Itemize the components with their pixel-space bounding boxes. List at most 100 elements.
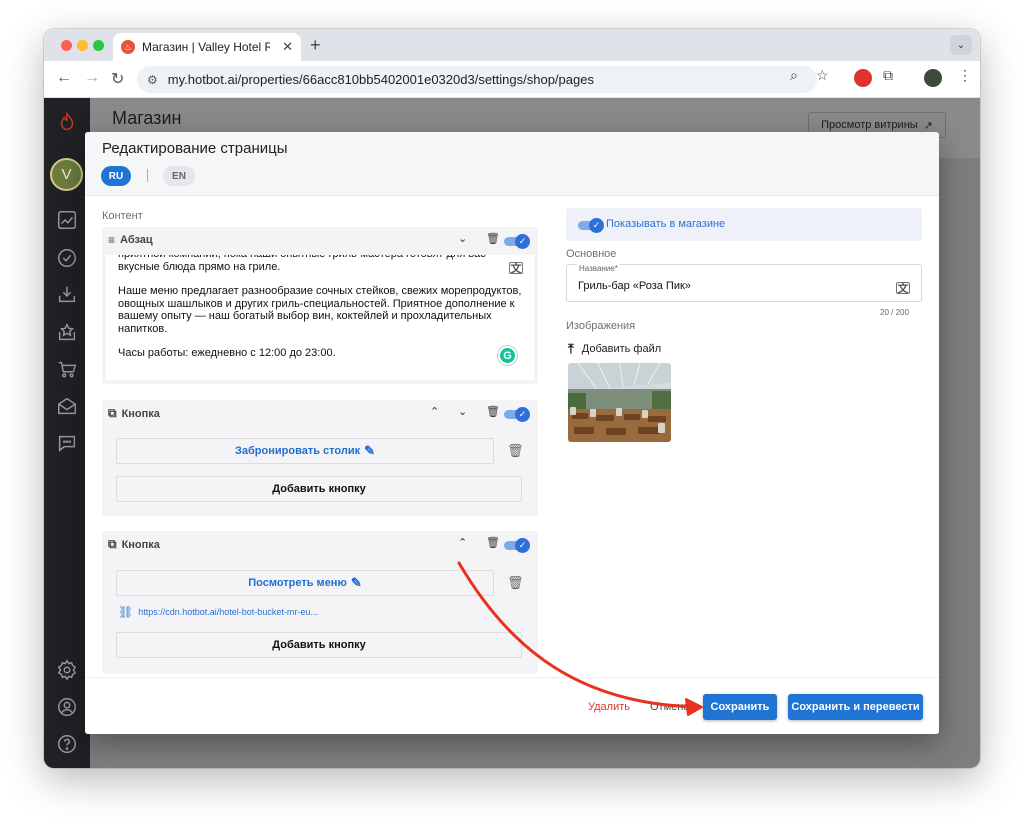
tab-search-chevron-icon[interactable]: ⌄ xyxy=(950,35,972,55)
pencil-icon[interactable]: ✎ xyxy=(351,575,362,591)
tab-bar: ♨ Магазин | Valley Hotel Rosa K ✕ + ⌄ xyxy=(44,29,980,61)
add-file-label: Добавить файл xyxy=(581,343,662,355)
translate-icon[interactable]: 文 xyxy=(509,262,523,275)
hotbot-logo-icon[interactable] xyxy=(55,110,79,134)
paragraph-editor[interactable]: приятной компании, пока наши опытные гри… xyxy=(106,255,534,380)
inbox-download-icon[interactable] xyxy=(55,283,79,307)
mail-upload-icon[interactable] xyxy=(55,394,79,418)
close-tab-icon[interactable]: ✕ xyxy=(282,39,293,55)
upload-icon: ⤒ xyxy=(568,341,574,356)
profile-avatar[interactable] xyxy=(924,69,942,87)
extensions-puzzle-icon[interactable]: ⧉ xyxy=(883,67,893,84)
view-menu-label: Посмотреть меню xyxy=(248,577,347,589)
chevron-down-icon[interactable]: ⌄ xyxy=(458,232,467,245)
modal-footer: Удалить Отмена Сохранить Сохранить и пер… xyxy=(85,677,939,734)
delete-button-icon[interactable]: 🗑 xyxy=(507,443,524,459)
new-tab-icon[interactable]: + xyxy=(310,35,321,56)
delete-block-icon[interactable]: 🗑 xyxy=(486,536,500,549)
opera-extension-icon[interactable] xyxy=(854,69,872,87)
site-settings-icon[interactable]: ⚙ xyxy=(147,73,158,87)
cancel-button[interactable]: Отмена xyxy=(650,701,689,713)
chevron-up-icon[interactable]: ⌃ xyxy=(430,405,439,418)
button-block-2-header: ⧉ Кнопка xyxy=(108,537,160,552)
close-window-button[interactable] xyxy=(61,40,72,51)
paragraph-visibility-toggle[interactable]: ✓ xyxy=(504,234,531,249)
account-user-icon[interactable] xyxy=(55,695,79,719)
bookmark-star-icon[interactable]: ☆ xyxy=(816,67,829,84)
minimize-window-button[interactable] xyxy=(77,40,88,51)
edit-square-icon: ⧉ xyxy=(108,537,117,551)
tasks-check-icon[interactable] xyxy=(55,246,79,270)
shop-cart-icon[interactable] xyxy=(55,357,79,381)
lang-tab-ru[interactable]: RU xyxy=(101,166,131,186)
add-button-button[interactable]: Добавить кнопку xyxy=(116,476,522,502)
paragraph-text-3: Часы работы: ежедневно с 12:00 до 23:00. xyxy=(118,347,336,359)
delete-block-icon[interactable]: 🗑 xyxy=(486,405,500,418)
button-link-url[interactable]: ⛓ https://cdn.hotbot.ai/hotel-bot-bucket… xyxy=(118,605,318,619)
modal-title: Редактирование страницы xyxy=(102,140,288,157)
translate-icon[interactable]: 文 xyxy=(896,282,910,295)
settings-gear-icon[interactable] xyxy=(55,658,79,682)
back-icon[interactable]: ← xyxy=(56,69,72,87)
lang-tab-en[interactable]: EN xyxy=(163,166,195,186)
analytics-icon[interactable] xyxy=(55,208,79,232)
add-file-button[interactable]: ⤒ Добавить файл xyxy=(568,341,661,357)
show-in-shop-toggle[interactable]: ✓ xyxy=(578,218,605,233)
button-block-2-label: Кнопка xyxy=(121,538,160,551)
book-table-label: Забронировать столик xyxy=(235,445,361,457)
book-table-button[interactable]: Забронировать столик ✎ xyxy=(116,438,494,464)
name-field-value: Гриль-бар «Роза Пик» xyxy=(578,280,691,292)
browser-menu-icon[interactable]: ⋮ xyxy=(958,67,972,84)
chevron-down-icon[interactable]: ⌄ xyxy=(458,405,467,418)
uploaded-image-thumbnail[interactable] xyxy=(568,363,671,442)
maximize-window-button[interactable] xyxy=(93,40,104,51)
check-icon: ✓ xyxy=(515,538,530,553)
button-block-2: ⧉ Кнопка ⌃ 🗑 ✓ Посмотреть меню ✎ 🗑 ⛓ htt… xyxy=(102,531,538,674)
tab-title: Магазин | Valley Hotel Rosa K xyxy=(142,40,270,54)
button-block-1-visibility-toggle[interactable]: ✓ xyxy=(504,407,531,422)
pencil-icon[interactable]: ✎ xyxy=(364,443,375,459)
browser-window: ♨ Магазин | Valley Hotel Rosa K ✕ + ⌄ ← … xyxy=(44,29,980,768)
edit-page-modal: Редактирование страницы RU EN Контент ≡ … xyxy=(85,132,939,734)
preview-storefront-label: Просмотр витрины xyxy=(821,119,918,131)
page-title: Магазин xyxy=(112,108,182,128)
view-menu-button[interactable]: Посмотреть меню ✎ xyxy=(116,570,494,596)
add-button-button[interactable]: Добавить кнопку xyxy=(116,632,522,658)
paragraph-lines-icon: ≡ xyxy=(108,233,116,247)
link-chain-icon: ⛓ xyxy=(118,605,134,619)
button-block-1: ⧉ Кнопка ⌃ ⌄ 🗑 ✓ Забронировать столик ✎ … xyxy=(102,400,538,516)
edit-square-icon: ⧉ xyxy=(108,406,117,420)
forward-icon[interactable]: → xyxy=(84,69,100,87)
name-field[interactable]: Название* Гриль-бар «Роза Пик» 文 xyxy=(566,264,922,302)
show-in-shop-label: Показывать в магазине xyxy=(606,218,726,230)
button-block-1-label: Кнопка xyxy=(121,407,160,420)
save-button[interactable]: Сохранить xyxy=(703,694,777,720)
button-link-url-text: https://cdn.hotbot.ai/hotel-bot-bucket-m… xyxy=(138,607,318,617)
external-arrow-icon: ↗ xyxy=(923,119,933,132)
name-field-label: Название* xyxy=(577,264,620,273)
property-avatar[interactable]: V xyxy=(50,158,83,191)
save-and-translate-button[interactable]: Сохранить и перевести xyxy=(788,694,923,720)
reload-icon[interactable]: ↻ xyxy=(111,69,124,89)
button-block-2-visibility-toggle[interactable]: ✓ xyxy=(504,538,531,553)
paragraph-block-label: Абзац xyxy=(120,234,153,246)
zoom-icon[interactable]: ⌕ xyxy=(790,67,798,84)
help-question-icon[interactable] xyxy=(55,732,79,756)
browser-tab[interactable]: ♨ Магазин | Valley Hotel Rosa K ✕ xyxy=(113,33,301,61)
check-icon: ✓ xyxy=(589,218,604,233)
delete-block-icon[interactable]: 🗑 xyxy=(486,232,500,245)
basic-section-label: Основное xyxy=(566,248,617,260)
delete-button[interactable]: Удалить xyxy=(588,701,630,713)
app-area: V Магазин Просмотр витрины ↗ Редактирова… xyxy=(44,98,980,768)
check-icon: ✓ xyxy=(515,234,530,249)
chat-icon[interactable] xyxy=(55,431,79,455)
chevron-up-icon[interactable]: ⌃ xyxy=(458,536,467,549)
grammarly-icon[interactable]: G xyxy=(498,346,517,365)
address-bar[interactable]: ⚙ my.hotbot.ai/properties/66acc810bb5402… xyxy=(137,66,817,93)
sidebar: V xyxy=(44,98,90,768)
delete-button-icon[interactable]: 🗑 xyxy=(507,575,524,591)
paragraph-text-2: Наше меню предлагает разнообразие сочных… xyxy=(118,285,522,335)
reviews-star-icon[interactable] xyxy=(55,320,79,344)
button-block-1-header: ⧉ Кнопка xyxy=(108,406,160,421)
check-icon: ✓ xyxy=(515,407,530,422)
